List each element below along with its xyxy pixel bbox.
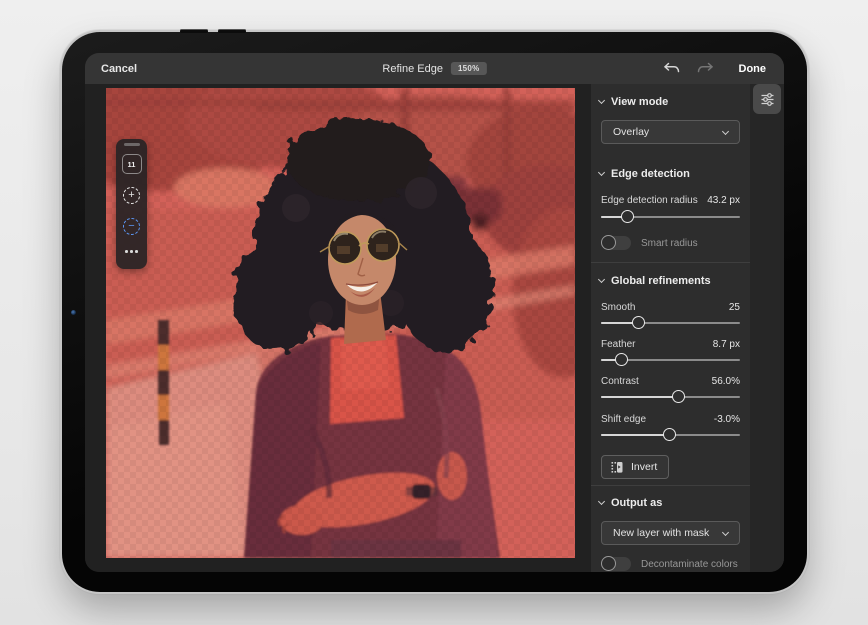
palette-drag-handle[interactable]: [124, 143, 140, 146]
tool-palette: 11 + −: [116, 139, 147, 269]
chevron-down-icon: [598, 276, 605, 283]
smart-radius-toggle[interactable]: [601, 235, 631, 251]
section-divider: [591, 485, 750, 486]
edge-radius-value: 43.2 px: [707, 195, 740, 206]
invert-icon: [610, 460, 624, 474]
edge-radius-row: Edge detection radius 43.2 px: [601, 195, 740, 206]
zoom-level-badge[interactable]: 150%: [451, 62, 487, 75]
decontaminate-colors-toggle[interactable]: [601, 556, 631, 572]
title-group: Refine Edge 150%: [382, 53, 486, 84]
shift-edge-value: -3.0%: [714, 414, 740, 425]
more-options-icon[interactable]: [125, 250, 138, 253]
right-edge-strip: [750, 84, 784, 572]
canvas-photo[interactable]: [106, 88, 575, 558]
sliders-icon: [760, 92, 775, 107]
smooth-value: 25: [729, 302, 740, 313]
output-as-header[interactable]: Output as: [599, 497, 662, 509]
contrast-value: 56.0%: [712, 376, 740, 387]
view-mode-selected: Overlay: [613, 126, 649, 138]
edge-radius-slider[interactable]: [601, 210, 740, 223]
chevron-down-icon: [722, 528, 729, 535]
front-camera: [71, 310, 76, 315]
shift-edge-slider[interactable]: [601, 428, 740, 441]
undo-icon[interactable]: [663, 62, 681, 76]
subtract-from-selection-icon[interactable]: −: [123, 218, 140, 235]
view-mode-dropdown[interactable]: Overlay: [601, 120, 740, 144]
volume-button: [180, 30, 208, 33]
page-title: Refine Edge: [382, 63, 443, 75]
done-button[interactable]: Done: [739, 63, 767, 75]
contrast-slider[interactable]: [601, 390, 740, 403]
chevron-down-icon: [598, 169, 605, 176]
chevron-down-icon: [598, 498, 605, 505]
panel-toggle-button[interactable]: [753, 84, 781, 114]
chevron-down-icon: [598, 97, 605, 104]
feather-value: 8.7 px: [713, 339, 740, 350]
volume-button: [218, 30, 246, 33]
global-refinements-header[interactable]: Global refinements: [599, 275, 711, 287]
section-divider: [591, 262, 750, 263]
output-as-selected: New layer with mask: [613, 527, 709, 539]
workspace: 11 + − View mode Overlay: [85, 84, 784, 572]
chevron-down-icon: [722, 127, 729, 134]
smooth-slider[interactable]: [601, 316, 740, 329]
invert-button[interactable]: Invert: [601, 455, 669, 479]
output-as-dropdown[interactable]: New layer with mask: [601, 521, 740, 545]
app-screen: Cancel Refine Edge 150% Done: [85, 53, 784, 572]
feather-slider[interactable]: [601, 353, 740, 366]
redo-icon[interactable]: [697, 62, 715, 76]
top-bar: Cancel Refine Edge 150% Done: [85, 53, 784, 84]
slider-knob[interactable]: [632, 316, 645, 329]
view-mode-header[interactable]: View mode: [599, 96, 668, 108]
tablet-device: Cancel Refine Edge 150% Done: [62, 32, 807, 592]
smart-radius-label: Smart radius: [641, 238, 698, 249]
slider-knob[interactable]: [672, 390, 685, 403]
add-to-selection-icon[interactable]: +: [123, 187, 140, 204]
slider-knob[interactable]: [621, 210, 634, 223]
edge-detection-header[interactable]: Edge detection: [599, 168, 690, 180]
slider-knob[interactable]: [663, 428, 676, 441]
brush-size-button[interactable]: 11: [122, 154, 142, 174]
cancel-button[interactable]: Cancel: [101, 53, 137, 84]
decontaminate-colors-label: Decontaminate colors: [641, 559, 738, 570]
refine-edge-panel: View mode Overlay Edge detection Edge de…: [591, 84, 750, 572]
slider-knob[interactable]: [615, 353, 628, 366]
